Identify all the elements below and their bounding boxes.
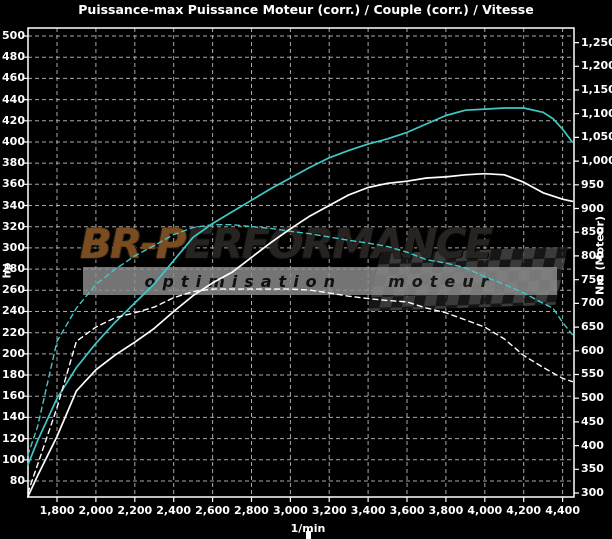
x-tick-label: 3,000 (268, 505, 312, 517)
left-axis-title: hp (1, 254, 14, 288)
x-tick-label: 2,000 (74, 505, 118, 517)
right-tick-label: 550 (581, 368, 604, 380)
right-tick-label: 1,100 (581, 108, 612, 120)
brand-watermark: BR-PERFORMANCE (80, 222, 580, 269)
left-tick-label: 180 (0, 369, 25, 381)
left-tick-label: 100 (0, 454, 25, 466)
right-tick-label: 950 (581, 179, 604, 191)
right-tick-label: 500 (581, 392, 604, 404)
left-tick-label: 160 (0, 390, 25, 402)
left-tick-label: 80 (0, 475, 25, 487)
left-tick-label: 380 (0, 157, 25, 169)
x-tick-label: 3,200 (307, 505, 351, 517)
left-tick-label: 200 (0, 348, 25, 360)
left-tick-label: 460 (0, 72, 25, 84)
x-tick-label: 1,800 (35, 505, 79, 517)
x-tick-label: 2,200 (113, 505, 157, 517)
right-tick-label: 350 (581, 463, 604, 475)
right-tick-label: 450 (581, 416, 604, 428)
left-tick-label: 480 (0, 51, 25, 63)
left-tick-label: 120 (0, 433, 25, 445)
x-tick-label: 2,400 (152, 505, 196, 517)
x-tick-label: 4,400 (541, 505, 585, 517)
left-tick-label: 340 (0, 200, 25, 212)
chart-title: Puissance-max Puissance Moteur (corr.) /… (0, 2, 612, 17)
left-tick-label: 420 (0, 115, 25, 127)
right-tick-label: 600 (581, 345, 604, 357)
curve-torque-original (28, 289, 573, 493)
right-tick-label: 1,150 (581, 84, 612, 96)
x-tick-label: 4,200 (502, 505, 546, 517)
watermark-tagline-word1: optimisation (144, 272, 342, 291)
left-tick-label: 400 (0, 136, 25, 148)
dyno-chart-window: Puissance-max Puissance Moteur (corr.) /… (0, 0, 612, 539)
x-tick-label: 4,000 (463, 505, 507, 517)
x-tick-label: 3,800 (424, 505, 468, 517)
cursor-artifact (306, 531, 311, 539)
x-tick-label: 2,600 (191, 505, 235, 517)
right-tick-label: 650 (581, 321, 604, 333)
left-tick-label: 440 (0, 94, 25, 106)
right-tick-label: 1,000 (581, 155, 612, 167)
watermark-tagline-bar: optimisation moteur (83, 267, 557, 295)
x-tick-label: 3,400 (346, 505, 390, 517)
brand-watermark-brp: BR-P (80, 220, 185, 268)
right-tick-label: 300 (581, 487, 604, 499)
right-tick-label: 1,250 (581, 37, 612, 49)
left-tick-label: 320 (0, 221, 25, 233)
watermark-tagline-word2: moteur (388, 272, 495, 291)
right-axis-title: Nm (Moteur) (594, 206, 607, 306)
left-tick-label: 240 (0, 305, 25, 317)
right-tick-label: 1,050 (581, 131, 612, 143)
x-tick-label: 2,800 (229, 505, 273, 517)
left-tick-label: 500 (0, 30, 25, 42)
left-tick-label: 360 (0, 178, 25, 190)
brand-watermark-erformance: ERFORMANCE (185, 220, 492, 268)
right-tick-label: 400 (581, 440, 604, 452)
left-tick-label: 220 (0, 327, 25, 339)
right-tick-label: 1,200 (581, 60, 612, 72)
x-tick-label: 3,600 (385, 505, 429, 517)
left-tick-label: 300 (0, 242, 25, 254)
left-tick-label: 140 (0, 411, 25, 423)
